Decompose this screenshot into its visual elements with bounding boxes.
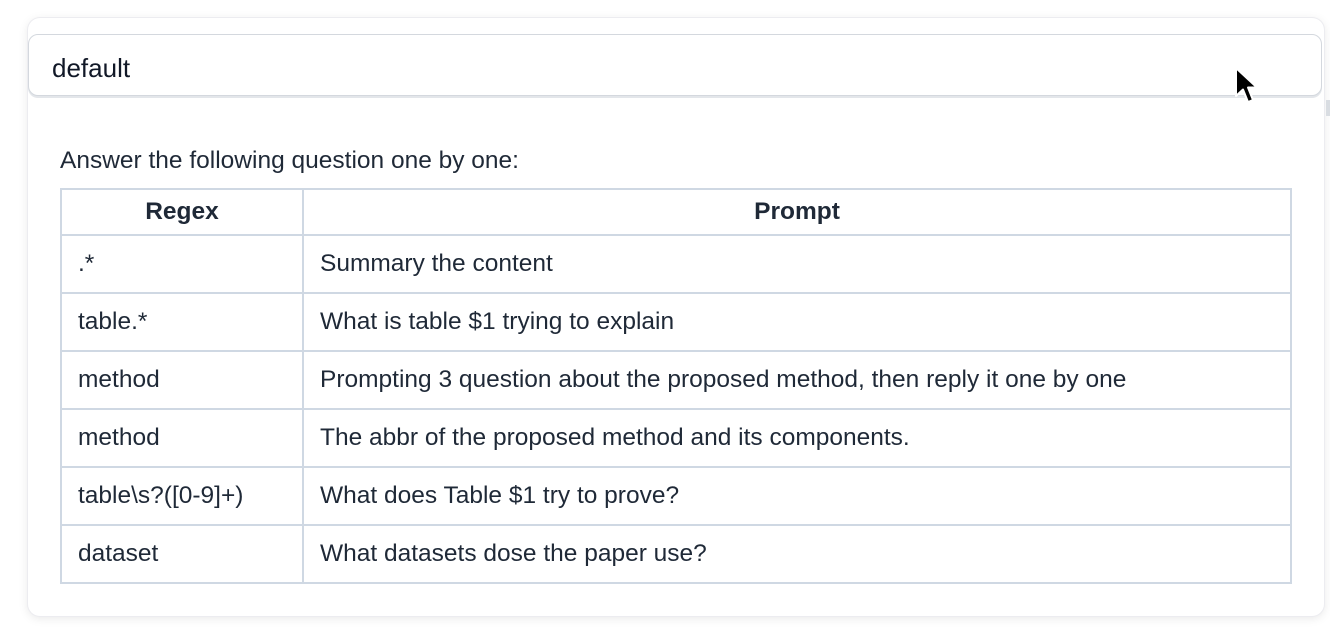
column-header-regex: Regex — [60, 188, 304, 236]
prompt-cell: The abbr of the proposed method and its … — [302, 408, 1292, 468]
table-row: .* Summary the content — [60, 234, 1292, 294]
regex-prompt-table: Regex Prompt .* Summary the content tabl… — [60, 188, 1292, 584]
regex-cell: .* — [60, 234, 304, 294]
mouse-pointer-icon — [1235, 67, 1258, 103]
prompt-cell: Prompting 3 question about the proposed … — [302, 350, 1292, 410]
prompt-cell: Summary the content — [302, 234, 1292, 294]
dropdown-selected-value: default — [52, 53, 131, 83]
prompt-cell: What is table $1 trying to explain — [302, 292, 1292, 352]
table-row: method Prompting 3 question about the pr… — [60, 350, 1292, 410]
table-row: dataset What datasets dose the paper use… — [60, 524, 1292, 584]
prompt-cell: What datasets dose the paper use? — [302, 524, 1292, 584]
prompt-template-panel: default Answer the following question on… — [28, 18, 1324, 616]
regex-cell: table\s?([0-9]+) — [60, 466, 304, 526]
regex-cell: method — [60, 350, 304, 410]
table-row: table\s?([0-9]+) What does Table $1 try … — [60, 466, 1292, 526]
template-dropdown[interactable]: default — [28, 34, 1322, 96]
scrollbar-edge[interactable] — [1326, 100, 1330, 116]
regex-cell: method — [60, 408, 304, 468]
regex-cell: table.* — [60, 292, 304, 352]
intro-text: Answer the following question one by one… — [60, 147, 519, 174]
prompt-cell: What does Table $1 try to prove? — [302, 466, 1292, 526]
table-header-row: Regex Prompt — [60, 188, 1292, 236]
regex-cell: dataset — [60, 524, 304, 584]
table-row: table.* What is table $1 trying to expla… — [60, 292, 1292, 352]
column-header-prompt: Prompt — [302, 188, 1292, 236]
table-row: method The abbr of the proposed method a… — [60, 408, 1292, 468]
